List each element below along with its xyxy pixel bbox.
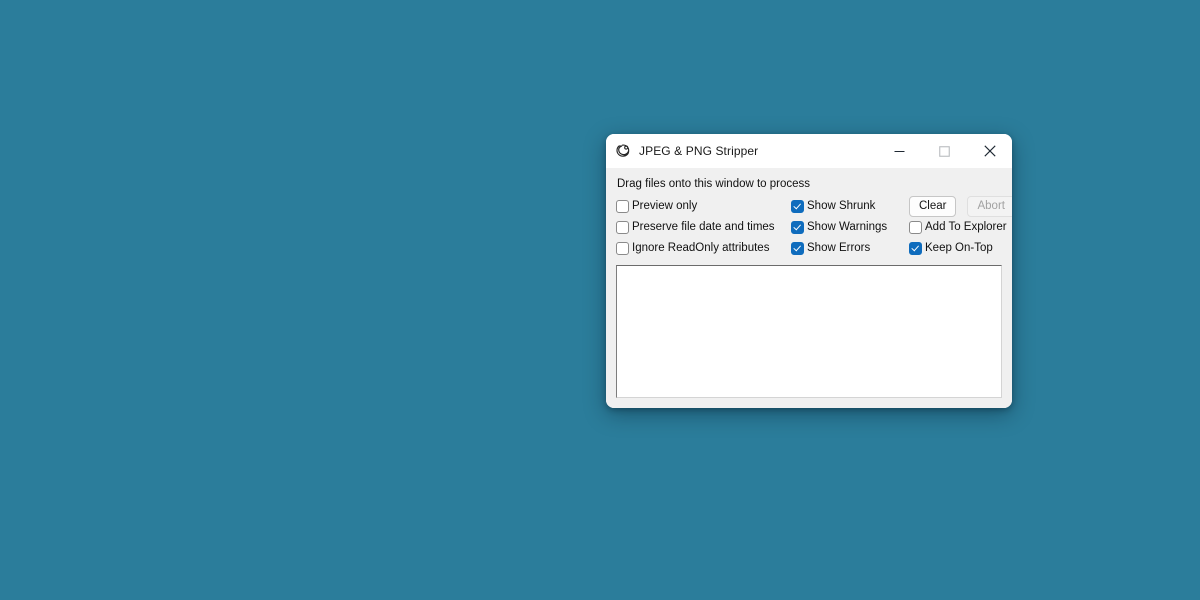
checkbox-box[interactable] [909,242,922,255]
minimize-icon[interactable] [877,134,922,168]
checkbox-show-shrunk[interactable]: Show Shrunk [791,200,906,213]
checkbox-box[interactable] [791,200,804,213]
checkbox-label: Preserve file date and times [632,220,775,233]
checkbox-box[interactable] [909,221,922,234]
checkbox-box[interactable] [616,221,629,234]
checkbox-box[interactable] [791,242,804,255]
options-grid: Preview only Preserve file date and time… [616,196,1012,259]
log-output-textarea[interactable] [616,265,1002,398]
clear-button[interactable]: Clear [909,196,957,217]
checkbox-add-to-explorer[interactable]: Add To Explorer [909,221,1012,234]
close-icon[interactable] [967,134,1012,168]
checkbox-label: Preview only [632,199,698,212]
app-swirl-icon [615,143,631,159]
window-title: JPEG & PNG Stripper [639,144,759,158]
maximize-icon[interactable] [922,134,967,168]
drag-files-hint: Drag files onto this window to process [617,178,811,190]
checkbox-label: Show Shrunk [807,199,876,212]
checkbox-label: Add To Explorer [925,220,1007,233]
checkbox-label: Keep On-Top [925,241,993,254]
checkbox-box[interactable] [616,242,629,255]
checkbox-preview-only[interactable]: Preview only [616,200,791,213]
abort-button: Abort [967,196,1012,217]
checkbox-show-errors[interactable]: Show Errors [791,242,906,255]
checkbox-preserve-file-date-and-times[interactable]: Preserve file date and times [616,221,791,234]
checkbox-show-warnings[interactable]: Show Warnings [791,221,906,234]
checkbox-label: Ignore ReadOnly attributes [632,241,770,254]
client-area: Drag files onto this window to process P… [606,168,1012,408]
button-row: Clear Abort [909,196,1012,217]
checkbox-box[interactable] [791,221,804,234]
checkbox-keep-on-top[interactable]: Keep On-Top [909,242,1012,255]
checkbox-label: Show Warnings [807,220,888,233]
checkbox-ignore-readonly-attributes[interactable]: Ignore ReadOnly attributes [616,242,791,255]
checkbox-box[interactable] [616,200,629,213]
application-window: JPEG & PNG Stripper Drag files onto this… [606,134,1012,408]
checkbox-label: Show Errors [807,241,871,254]
title-bar[interactable]: JPEG & PNG Stripper [606,134,1012,168]
